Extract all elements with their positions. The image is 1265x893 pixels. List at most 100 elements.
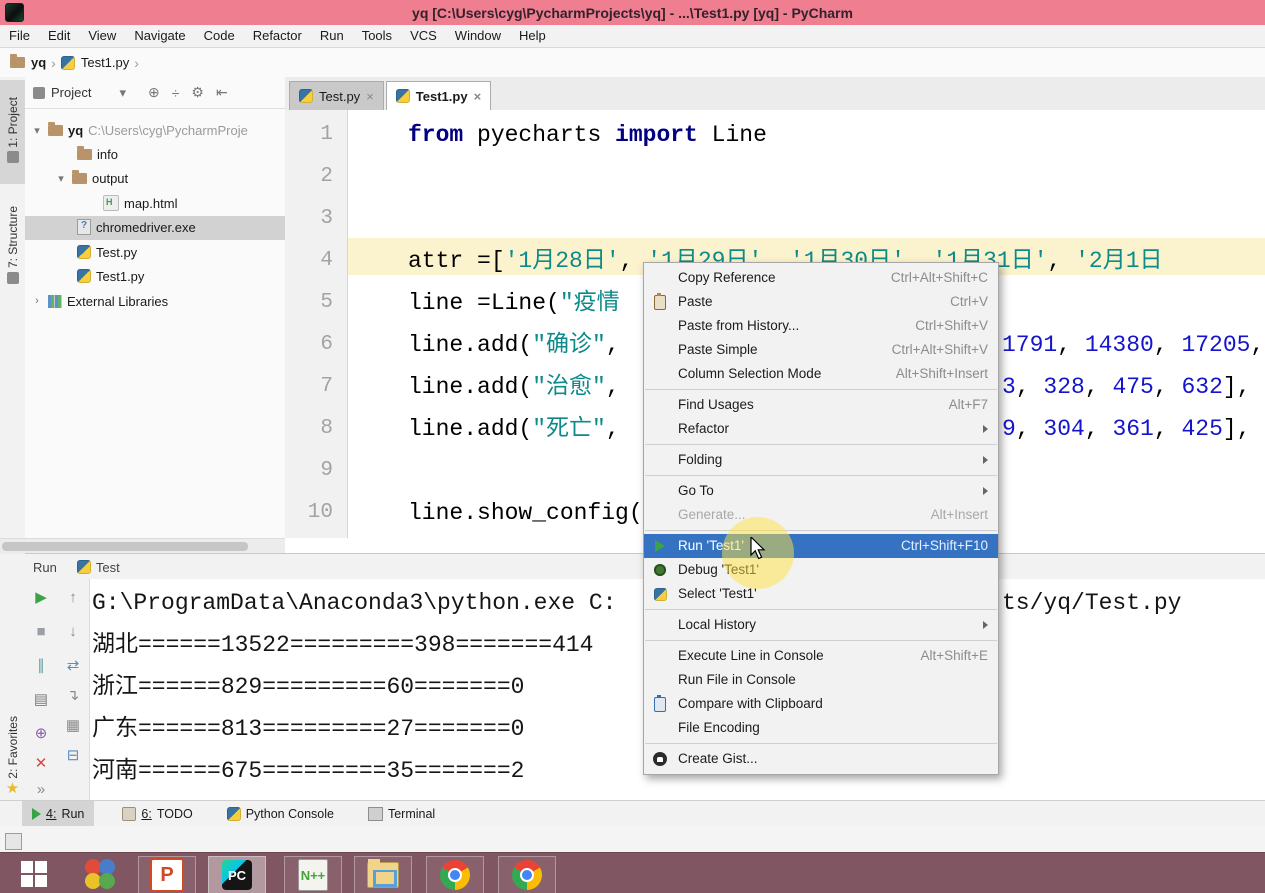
toolwindow-tab-structure[interactable]: 7: Structure [0,192,25,302]
scroll-to-end-icon[interactable]: ↴ [61,683,85,707]
menu-item-compare-with-clipboard[interactable]: Compare with Clipboard [644,692,998,716]
clear-all-icon[interactable]: ⊟ [61,743,85,767]
toolwindow-tab-run[interactable]: 4: Run [22,801,94,827]
tab-test-py[interactable]: Test.py × [289,81,384,110]
toolwindow-toggle-icon[interactable] [5,833,22,850]
menu-item-copy-reference[interactable]: Copy ReferenceCtrl+Alt+Shift+C [644,266,998,290]
menu-item-folding[interactable]: Folding [644,448,998,472]
hide-panel-icon[interactable]: ⇤ [216,84,228,101]
soft-wrap-icon[interactable]: ⇄ [61,653,85,677]
stop-icon[interactable]: ■ [29,619,53,643]
close-icon[interactable]: × [366,89,374,104]
menu-view[interactable]: View [79,25,125,47]
close-icon[interactable]: × [474,89,482,104]
taskbar-pycharm[interactable]: PC [208,856,266,893]
collapse-all-icon[interactable]: ÷ [172,85,180,101]
locate-file-icon[interactable]: ⊕ [148,84,160,101]
project-hscrollbar[interactable] [0,538,285,554]
taskbar-chrome[interactable] [426,856,484,893]
project-view-caret-icon[interactable]: ▾ [119,85,126,101]
toolwindow-tab-favorites[interactable]: 2: Favorites ★ [0,677,25,797]
show-console-icon[interactable]: ▤ [29,687,53,711]
taskbar-chrome-2[interactable] [498,856,556,893]
menu-item-file-encoding[interactable]: File Encoding [644,716,998,740]
pause-output-icon[interactable]: ∥ [29,653,53,677]
line-number: 5 [293,282,333,324]
breadcrumb-project[interactable]: yq [31,55,46,70]
menu-file[interactable]: File [0,25,39,47]
tree-row-yq[interactable]: ▾ yq C:\Users\cyg\PycharmProje [31,118,248,142]
menu-navigate[interactable]: Navigate [125,25,194,47]
tab-label: Test.py [319,89,360,104]
tab-test1-py[interactable]: Test1.py × [386,81,491,110]
taskbar-powerpoint[interactable]: P [138,856,196,893]
code-line-7-right: 3, 328, 475, 632], m [1002,366,1265,408]
submenu-arrow-icon [983,456,988,464]
taskbar-screen-recorder[interactable] [72,856,128,892]
tree-row-chromedriver[interactable]: chromedriver.exe [77,215,196,239]
taskbar-notepad-plus-plus[interactable]: N++ [284,856,342,893]
menu-item-refactor[interactable]: Refactor [644,417,998,441]
tree-row-test-py[interactable]: Test.py [77,240,137,264]
menu-item-column-selection-mode[interactable]: Column Selection ModeAlt+Shift+Insert [644,362,998,386]
menu-refactor[interactable]: Refactor [244,25,311,47]
taskbar-file-explorer[interactable] [354,856,412,893]
menu-item-go-to[interactable]: Go To [644,479,998,503]
toolwindow-tab-project[interactable]: 1: Project [0,80,25,184]
menu-code[interactable]: Code [195,25,244,47]
project-view-icon [33,87,45,99]
more-options-icon[interactable]: » [29,777,53,801]
menu-item-find-usages[interactable]: Find UsagesAlt+F7 [644,393,998,417]
menu-edit[interactable]: Edit [39,25,79,47]
structure-tab-label: 7: Structure [6,206,20,268]
pin-tab-icon[interactable]: ⊕ [29,721,53,745]
tree-label: Test1.py [96,269,144,284]
tree-row-info[interactable]: info [77,142,118,166]
chevron-down-icon[interactable]: ▾ [55,172,67,185]
menu-window[interactable]: Window [446,25,510,47]
tree-label: chromedriver.exe [96,220,196,235]
print-icon[interactable]: ▦ [61,713,85,737]
menu-vcs[interactable]: VCS [401,25,446,47]
toolwindow-tab-terminal[interactable]: Terminal [358,801,445,827]
tree-row-test1-py[interactable]: Test1.py [77,264,144,288]
tree-label: output [92,171,128,186]
breadcrumb-file[interactable]: Test1.py [81,55,129,70]
menu-item-paste-from-history[interactable]: Paste from History...Ctrl+Shift+V [644,314,998,338]
chevron-right-icon[interactable]: › [31,295,43,307]
down-stacktrace-icon[interactable]: ↓ [61,619,85,643]
tab-label: Test1.py [416,89,468,104]
toolwindow-tab-python-console[interactable]: Python Console [217,801,344,827]
tree-row-map-html[interactable]: map.html [103,191,177,215]
menu-help[interactable]: Help [510,25,555,47]
folder-icon [77,149,92,160]
menu-item-debug-test1[interactable]: Debug 'Test1' [644,558,998,582]
tree-row-output[interactable]: ▾ output [55,166,128,190]
up-stacktrace-icon[interactable]: ↑ [61,585,85,609]
project-toolwindow-icon [7,151,19,163]
menu-item-local-history[interactable]: Local History [644,613,998,637]
close-icon[interactable]: ✕ [29,751,53,775]
panel-settings-icon[interactable]: ⚙ [191,84,204,101]
menu-item-execute-line-in-console[interactable]: Execute Line in ConsoleAlt+Shift+E [644,644,998,668]
menu-run[interactable]: Run [311,25,353,47]
toolwindow-tab-todo[interactable]: 6: TODO [112,801,202,827]
tab-mnemonic: 6: [141,807,151,821]
menu-item-select-test1[interactable]: Select 'Test1' [644,582,998,606]
start-button[interactable] [6,856,62,892]
tab-label: Run [61,807,84,821]
menu-item-paste[interactable]: PasteCtrl+V [644,290,998,314]
menu-tools[interactable]: Tools [353,25,401,47]
menu-item-paste-simple[interactable]: Paste SimpleCtrl+Alt+Shift+V [644,338,998,362]
scrollbar-thumb[interactable] [2,542,248,551]
menu-item-run-file-in-console[interactable]: Run File in Console [644,668,998,692]
chevron-down-icon[interactable]: ▾ [31,124,43,137]
rerun-icon[interactable]: ▶ [29,585,53,609]
editor-tab-bar: Test.py × Test1.py × [285,77,1265,111]
windows-taskbar: P PC N++ [0,852,1265,893]
menu-item-run-test1[interactable]: Run 'Test1'Ctrl+Shift+F10 [644,534,998,558]
project-panel-title[interactable]: Project [51,85,91,100]
menu-item-create-gist[interactable]: Create Gist... [644,747,998,771]
run-tab-test[interactable]: Test [69,558,128,577]
tree-row-external-libraries[interactable]: › External Libraries [31,289,168,313]
